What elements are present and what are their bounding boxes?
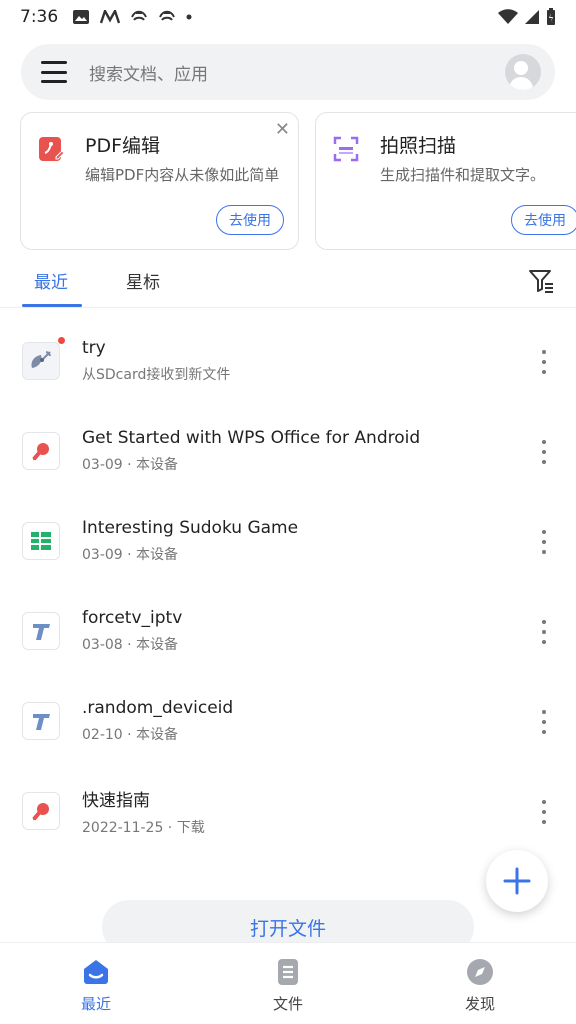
nav-label: 文件 — [272, 995, 303, 1013]
file-name: Interesting Sudoku Game — [82, 518, 299, 538]
tab-recent[interactable]: 最近 — [34, 268, 68, 293]
filter-icon[interactable] — [528, 268, 554, 294]
file-name: .random_deviceid — [82, 698, 234, 718]
file-meta: 03-09 · 本设备 — [82, 547, 179, 563]
file-icon — [22, 522, 60, 560]
avatar[interactable] — [505, 54, 541, 90]
tab-bar: 最近 星标 — [0, 256, 576, 308]
search-bar[interactable]: 搜索文档、应用 — [21, 44, 555, 100]
use-button[interactable]: 去使用 — [511, 205, 576, 235]
file-meta: 从SDcard接收到新文件 — [82, 367, 231, 383]
more-icon[interactable] — [540, 800, 548, 824]
home-icon — [84, 960, 108, 984]
list-item[interactable]: Interesting Sudoku Game 03-09 · 本设备 — [0, 496, 576, 586]
m-icon — [100, 10, 121, 24]
nav-label: 最近 — [80, 995, 111, 1013]
file-meta: 03-08 · 本设备 — [82, 637, 179, 653]
more-icon[interactable] — [540, 530, 548, 554]
card-pdf-edit[interactable]: PDF编辑 编辑PDF内容从未像如此简单 ✕ 去使用 — [20, 112, 299, 250]
list-item[interactable]: .random_deviceid 02-10 · 本设备 — [0, 676, 576, 766]
file-icon — [22, 792, 60, 830]
menu-icon[interactable] — [41, 61, 67, 83]
file-icon — [22, 432, 60, 470]
plus-icon — [503, 867, 531, 895]
more-icon[interactable] — [540, 440, 548, 464]
file-meta: 02-10 · 本设备 — [82, 727, 179, 743]
status-system-icons — [498, 8, 556, 26]
list-item[interactable]: Get Started with WPS Office for Android … — [0, 406, 576, 496]
file-name: 快速指南 — [82, 790, 150, 811]
feature-cards: PDF编辑 编辑PDF内容从未像如此简单 ✕ 去使用 拍照扫描 生成扫描件和提取… — [20, 112, 576, 252]
card-title: 拍照扫描 — [380, 135, 457, 157]
pdf-edit-icon — [39, 137, 65, 161]
use-button[interactable]: 去使用 — [216, 205, 284, 235]
list-item[interactable]: 快速指南 2022-11-25 · 下载 — [0, 766, 576, 856]
tab-starred[interactable]: 星标 — [126, 268, 160, 293]
fan-icon — [159, 10, 176, 21]
text-icon — [33, 624, 50, 640]
add-button[interactable] — [486, 850, 548, 912]
spreadsheet-icon — [31, 532, 51, 550]
list-item[interactable]: forcetv_iptv 03-08 · 本设备 — [0, 586, 576, 676]
file-meta: 03-09 · 本设备 — [82, 457, 179, 473]
file-icon — [22, 337, 65, 380]
signal-icon — [525, 10, 539, 24]
card-scan[interactable]: 拍照扫描 生成扫描件和提取文字。 去使用 — [315, 112, 576, 250]
nav-item-discover[interactable]: 发现 — [384, 943, 576, 1024]
file-icon — [22, 612, 60, 650]
scan-icon — [333, 136, 359, 162]
file-icon — [22, 702, 60, 740]
more-icon[interactable] — [540, 620, 548, 644]
list-item[interactable]: try 从SDcard接收到新文件 — [0, 316, 576, 406]
file-name: Get Started with WPS Office for Android — [82, 428, 421, 448]
battery-icon — [547, 8, 555, 25]
wifi-icon — [498, 9, 518, 24]
nav-item-recent[interactable]: 最近 — [0, 943, 192, 1024]
pdf-icon — [32, 803, 49, 821]
unread-dot — [58, 337, 65, 344]
nav-label: 发现 — [464, 995, 495, 1013]
pdf-icon — [32, 443, 49, 461]
file-list: try 从SDcard接收到新文件 Get Started with WPS O… — [0, 316, 576, 856]
card-description: 编辑PDF内容从未像如此简单 — [85, 166, 280, 184]
nav-item-files[interactable]: 文件 — [192, 943, 384, 1024]
file-name: try — [82, 338, 106, 358]
dot-icon — [186, 14, 192, 20]
satellite-icon — [31, 351, 51, 368]
image-icon — [73, 10, 90, 24]
more-icon[interactable] — [540, 350, 548, 374]
file-name: forcetv_iptv — [82, 608, 183, 628]
status-bar: 7:36 — [0, 0, 576, 34]
card-description: 生成扫描件和提取文字。 — [380, 166, 546, 184]
document-icon — [278, 959, 298, 985]
status-time: 7:36 — [20, 7, 59, 27]
text-icon — [33, 714, 50, 730]
close-icon[interactable]: ✕ — [275, 119, 290, 140]
card-title: PDF编辑 — [85, 135, 161, 157]
compass-icon — [467, 959, 493, 985]
tab-indicator — [22, 304, 82, 307]
status-notification-icons — [72, 9, 192, 25]
bottom-nav: 最近 文件 发现 — [0, 942, 576, 1024]
search-input[interactable]: 搜索文档、应用 — [89, 60, 505, 85]
more-icon[interactable] — [540, 710, 548, 734]
fan-icon — [131, 10, 148, 21]
file-meta: 2022-11-25 · 下载 — [82, 819, 205, 836]
